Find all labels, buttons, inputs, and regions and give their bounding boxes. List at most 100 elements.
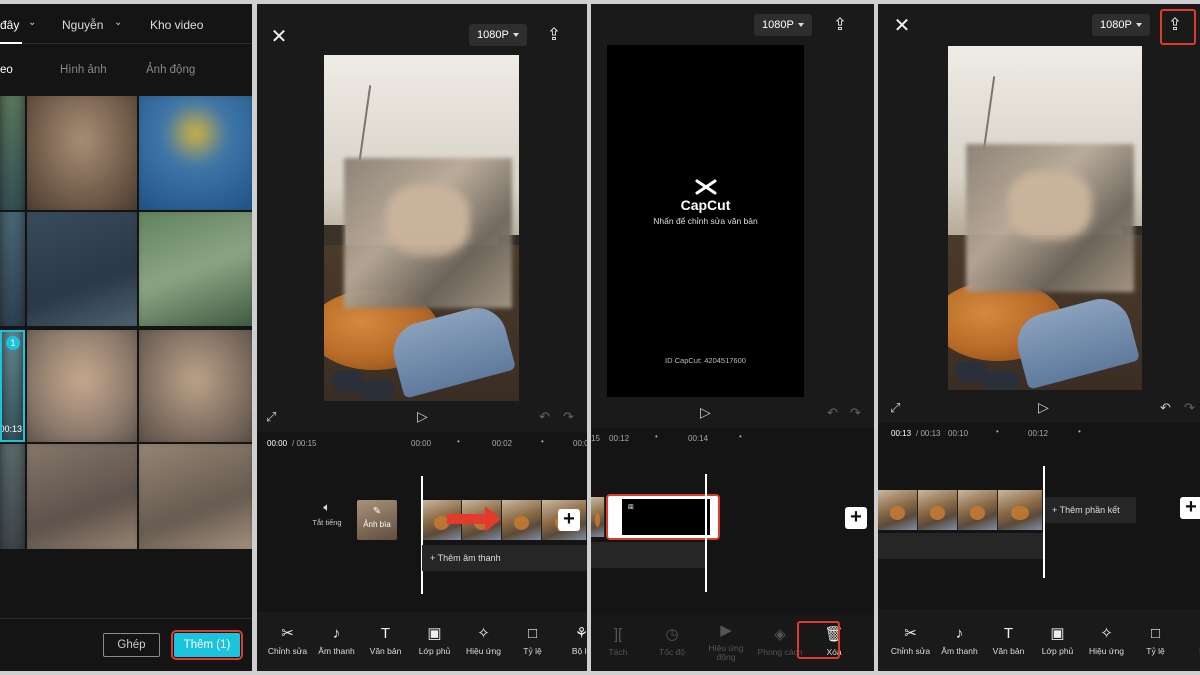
redo-icon[interactable]: ↷ — [1184, 400, 1195, 416]
tool-icon: ◈ — [774, 626, 786, 643]
media-thumbnail[interactable] — [0, 212, 25, 326]
ending-clip-selected[interactable]: ⧈ — [606, 494, 720, 540]
tool-label: Lớp phủ — [418, 646, 451, 656]
tool-label: Chỉnh sửa — [267, 646, 308, 656]
tool-chỉnh-sửa[interactable]: ✂ Chỉnh sửa — [886, 611, 935, 671]
tab-video[interactable]: eo — [0, 64, 13, 76]
add-ending-button[interactable]: + Thêm phần kết — [1044, 497, 1136, 523]
edit-text-hint[interactable]: Nhấn để chỉnh sửa văn bản — [607, 216, 804, 226]
tool-lớp-phủ[interactable]: ▣ Lớp phủ — [410, 611, 459, 671]
video-clip-strip[interactable] — [878, 490, 1043, 530]
tool-icon: ✂ — [281, 625, 294, 642]
media-thumbnail[interactable] — [27, 330, 137, 442]
bottom-toolbar: ✂ Chỉnh sửa ♪ Âm thanh T Văn bản ▣ Lớp phủ ✧ Hiệu… — [257, 611, 587, 671]
ruler-dot: • — [1078, 427, 1081, 436]
tool-icon: □ — [527, 625, 538, 642]
tool-icon: ◷ — [665, 626, 679, 643]
export-icon[interactable]: ⇪ — [829, 14, 851, 36]
caret-down-icon — [1135, 23, 1142, 27]
ending-preview[interactable]: CapCut Nhấn để chỉnh sửa văn bản ID CapC… — [607, 45, 804, 397]
ruler-dot: • — [996, 427, 999, 436]
add-selected-button[interactable]: Thêm (1) — [171, 630, 243, 660]
redo-icon[interactable]: ↷ — [850, 405, 861, 421]
video-clip-icon: ⧈ — [628, 501, 634, 511]
video-clip-strip[interactable] — [591, 497, 605, 537]
tool-lớp-phủ[interactable]: ▣ Lớp phủ — [1033, 611, 1082, 671]
ruler-tick: 00:10 — [948, 429, 969, 438]
play-icon[interactable]: ▷ — [1038, 399, 1049, 416]
export-highlight — [1160, 9, 1196, 45]
merge-button[interactable]: Ghép — [103, 633, 160, 657]
tool-icon: ▣ — [427, 625, 442, 642]
tool-label: Chỉnh sửa — [890, 646, 931, 656]
close-icon[interactable]: ✕ — [269, 26, 289, 48]
tool-văn-bản[interactable]: T Văn bản — [361, 611, 410, 671]
export-icon[interactable]: ⇪ — [543, 24, 565, 46]
mute-button[interactable]: 🔈︎ Tắt tiếng — [307, 500, 347, 527]
media-thumbnail[interactable] — [139, 96, 252, 210]
video-preview[interactable] — [948, 46, 1142, 390]
add-clip-button[interactable]: + — [558, 509, 580, 531]
play-icon[interactable]: ▷ — [700, 404, 711, 421]
tool-hiệu-ứng[interactable]: ✧ Hiệu ứng — [459, 611, 508, 671]
tool-hiệu-ứng[interactable]: ✧ Hiệu ứng — [1082, 611, 1131, 671]
media-thumbnail-selected[interactable]: 1 00:13 — [0, 330, 25, 442]
resolution-dropdown[interactable]: 1080P — [754, 14, 812, 36]
ruler-tick: 00:14 — [688, 434, 709, 443]
tool-hiệu-ứng-động[interactable]: ▶ Hiệu ứng động — [699, 613, 753, 671]
tool-tốc-độ[interactable]: ◷ Tốc độ — [645, 613, 699, 671]
ruler-tick: 00:12 — [1028, 429, 1049, 438]
arrow-right-icon-head — [485, 506, 501, 532]
ruler-dot: • — [457, 437, 460, 446]
time-current: 00:13 — [891, 429, 912, 438]
tab-recent[interactable]: đây — [0, 18, 19, 32]
play-icon[interactable]: ▷ — [417, 408, 428, 425]
fullscreen-icon[interactable]: ⤢ — [890, 400, 900, 416]
redo-icon[interactable]: ↷ — [563, 409, 574, 425]
tool-icon: ][ — [613, 626, 623, 643]
undo-icon[interactable]: ↶ — [1160, 400, 1171, 416]
tool-văn-bản[interactable]: T Văn bản — [984, 611, 1033, 671]
add-clip-button[interactable]: + — [1180, 497, 1200, 519]
media-thumbnail[interactable] — [27, 444, 137, 549]
brand-name: CapCut — [680, 197, 731, 213]
fullscreen-icon[interactable]: ⤢ — [266, 409, 276, 425]
tab-album-nguyen[interactable]: Nguyễn — [62, 18, 103, 32]
cover-label: Ảnh bìa — [363, 520, 391, 529]
cover-button[interactable]: ✎ Ảnh bìa — [357, 500, 397, 540]
media-thumbnail[interactable] — [0, 96, 25, 210]
timeline-area: 00:00 / 00:15 00:00 • 00:02 • 00:0 🔈︎ Tắ… — [257, 432, 587, 612]
tool-máy-dõi[interactable]: ▢Máy dõi — [861, 613, 874, 671]
tool-âm-thanh[interactable]: ♪ Âm thanh — [935, 611, 984, 671]
selection-badge: 1 — [6, 336, 20, 350]
media-thumbnail[interactable] — [27, 96, 137, 210]
close-icon[interactable]: ✕ — [892, 15, 912, 37]
resolution-dropdown[interactable]: 1080P — [469, 24, 527, 46]
add-clip-button[interactable]: + — [845, 507, 867, 529]
tool-label: Âm thanh — [318, 646, 355, 656]
tool-icon: ⚘ — [574, 625, 587, 642]
undo-icon[interactable]: ↶ — [827, 405, 838, 421]
tool-bộ-lọ[interactable]: ⚘ Bộ lọ — [557, 611, 587, 671]
tool-label: Lớp phủ — [1041, 646, 1074, 656]
tool-bộ[interactable]: ⚘Bộ — [1180, 611, 1200, 671]
tool-tỷ-lệ[interactable]: □ Tỷ lệ — [1131, 611, 1180, 671]
tool-icon: ✧ — [1100, 625, 1113, 642]
tab-gifs[interactable]: Ảnh động — [146, 64, 195, 76]
tool-tách[interactable]: ][Tách — [591, 613, 645, 671]
tab-video-library[interactable]: Kho video — [150, 18, 203, 32]
tool-chỉnh-sửa[interactable]: ✂ Chỉnh sửa — [263, 611, 312, 671]
undo-icon[interactable]: ↶ — [539, 409, 550, 425]
tool-tỷ-lệ[interactable]: □ Tỷ lệ — [508, 611, 557, 671]
resolution-dropdown[interactable]: 1080P — [1092, 14, 1150, 36]
media-thumbnail[interactable] — [139, 444, 252, 549]
arrow-right-icon — [447, 514, 487, 524]
tab-images[interactable]: Hình ảnh — [60, 64, 107, 76]
add-audio-track[interactable]: + Thêm âm thanh — [422, 545, 587, 571]
video-preview[interactable] — [324, 55, 519, 401]
media-thumbnail[interactable] — [0, 444, 25, 549]
media-thumbnail[interactable] — [27, 212, 137, 326]
media-thumbnail[interactable] — [139, 330, 252, 442]
tool-âm-thanh[interactable]: ♪ Âm thanh — [312, 611, 361, 671]
media-thumbnail[interactable] — [139, 212, 252, 326]
